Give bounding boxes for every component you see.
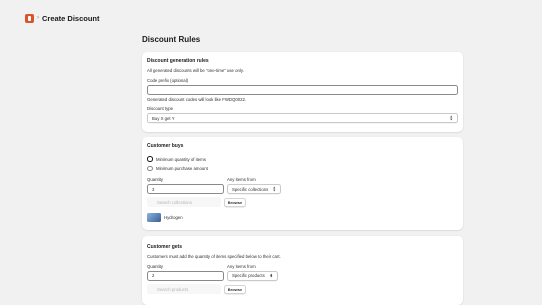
search-collections-input[interactable]: Search collections: [147, 197, 221, 207]
discount-type-select[interactable]: Buy X get Y ▲ ▼: [147, 113, 458, 123]
gets-browse-button[interactable]: Browse: [224, 285, 246, 294]
top-bar: › Create Discount: [25, 10, 100, 26]
generation-card-title: Discount generation rules: [147, 58, 209, 64]
gets-items-from-select[interactable]: Specific products ▲ ▼: [227, 270, 278, 281]
search-products-placeholder: Search products: [157, 286, 189, 292]
gets-items-from-label: Any items from: [227, 263, 256, 269]
buys-quantity-value: 3: [152, 186, 155, 192]
collection-name: Hydrogen: [164, 215, 183, 220]
customer-buys-card: Customer buys Minimum quantity of items …: [142, 137, 463, 230]
min-amount-radio[interactable]: [147, 165, 153, 171]
breadcrumb-separator: ›: [37, 15, 39, 21]
select-chevron-icon: ▲ ▼: [449, 114, 453, 121]
page-title: Discount Rules: [142, 35, 201, 44]
select-chevron-icon: ▲ ▼: [272, 185, 276, 192]
discount-generation-card: Discount generation rules All generated …: [142, 52, 463, 132]
customer-gets-title: Customer gets: [147, 244, 183, 250]
gets-quantity-value: 2: [152, 273, 155, 278]
search-products-input[interactable]: Search products: [147, 284, 221, 294]
one-time-use-note: All generated discounts will be "one-tim…: [147, 68, 244, 73]
app-logo-icon: [25, 13, 34, 23]
min-quantity-label: Minimum quantity of items: [156, 156, 206, 162]
customer-gets-card: Customer gets Customers must add the qua…: [142, 236, 463, 305]
min-quantity-radio[interactable]: [147, 156, 153, 162]
code-prefix-input[interactable]: [147, 85, 458, 95]
buys-items-from-value: Specific collections: [232, 186, 269, 192]
collection-thumbnail: [147, 213, 161, 222]
buys-browse-label: Browse: [227, 199, 243, 205]
gets-browse-label: Browse: [227, 286, 243, 292]
buys-quantity-label: Quantity: [147, 177, 164, 182]
discount-type-value: Buy X get Y: [152, 115, 175, 121]
select-chevron-icon: ▲ ▼: [269, 272, 273, 279]
buys-items-from-label: Any items from: [227, 177, 256, 182]
gets-quantity-input[interactable]: 2: [147, 270, 224, 281]
code-prefix-label: Code prefix (optional): [147, 77, 189, 83]
customer-buys-title: Customer buys: [147, 143, 184, 149]
buys-quantity-input[interactable]: 3: [147, 184, 224, 194]
buys-browse-button[interactable]: Browse: [224, 198, 246, 207]
min-amount-label: Minimum purchase amount: [156, 166, 208, 171]
search-collections-placeholder: Search collections: [157, 199, 192, 205]
customer-gets-note: Customers must add the quantity of items…: [147, 254, 281, 259]
gets-items-from-value: Specific products: [232, 273, 265, 278]
discount-type-label: Discount type: [147, 106, 174, 111]
buys-items-from-select[interactable]: Specific collections ▲ ▼: [227, 184, 281, 194]
gets-quantity-label: Quantity: [147, 263, 164, 269]
code-prefix-help-text: Generated discount codes will look like …: [147, 96, 247, 102]
app-title: Create Discount: [42, 13, 100, 23]
